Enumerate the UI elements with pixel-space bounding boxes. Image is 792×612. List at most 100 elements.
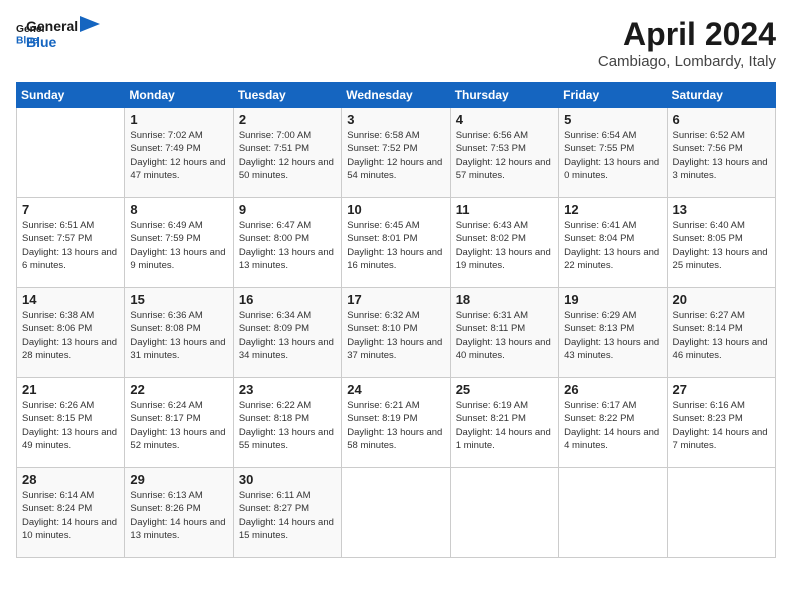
day-detail: Sunrise: 6:54 AM Sunset: 7:55 PM Dayligh… (564, 129, 661, 182)
day-detail: Sunrise: 7:00 AM Sunset: 7:51 PM Dayligh… (239, 129, 336, 182)
calendar-body: 1Sunrise: 7:02 AM Sunset: 7:49 PM Daylig… (17, 108, 776, 558)
day-detail: Sunrise: 6:16 AM Sunset: 8:23 PM Dayligh… (673, 399, 770, 452)
col-header-monday: Monday (125, 83, 233, 108)
calendar-cell: 9 Sunrise: 6:47 AM Sunset: 8:00 PM Daylig… (233, 198, 341, 288)
day-number: 24 (347, 382, 444, 397)
col-header-friday: Friday (559, 83, 667, 108)
calendar-cell: 24 Sunrise: 6:21 AM Sunset: 8:19 PM Dayli… (342, 378, 450, 468)
day-number: 25 (456, 382, 553, 397)
calendar-cell: 16 Sunrise: 6:34 AM Sunset: 8:09 PM Dayli… (233, 288, 341, 378)
calendar-cell: 3Sunrise: 6:58 AM Sunset: 7:52 PM Daylig… (342, 108, 450, 198)
day-number: 27 (673, 382, 770, 397)
day-number: 2 (239, 112, 336, 127)
calendar-week-row: 7 Sunrise: 6:51 AM Sunset: 7:57 PM Daylig… (17, 198, 776, 288)
page-header: General Blue General Blue April 2024 Cam… (16, 16, 776, 70)
day-number: 29 (130, 472, 227, 487)
day-detail: Sunrise: 6:21 AM Sunset: 8:19 PM Dayligh… (347, 399, 444, 452)
day-number: 13 (673, 202, 770, 217)
day-number: 12 (564, 202, 661, 217)
calendar-table: SundayMondayTuesdayWednesdayThursdayFrid… (16, 82, 776, 558)
calendar-cell (667, 468, 775, 558)
day-number: 22 (130, 382, 227, 397)
logo-flag-icon (80, 16, 100, 42)
calendar-week-row: 28Sunrise: 6:14 AM Sunset: 8:24 PM Dayli… (17, 468, 776, 558)
calendar-week-row: 21 Sunrise: 6:26 AM Sunset: 8:15 PM Dayli… (17, 378, 776, 468)
calendar-cell: 10 Sunrise: 6:45 AM Sunset: 8:01 PM Dayli… (342, 198, 450, 288)
calendar-cell: 14 Sunrise: 6:38 AM Sunset: 8:06 PM Dayli… (17, 288, 125, 378)
day-number: 21 (22, 382, 119, 397)
calendar-cell: 19Sunrise: 6:29 AM Sunset: 8:13 PM Dayli… (559, 288, 667, 378)
calendar-cell: 7 Sunrise: 6:51 AM Sunset: 7:57 PM Daylig… (17, 198, 125, 288)
day-detail: Sunrise: 6:38 AM Sunset: 8:06 PM Dayligh… (22, 309, 119, 362)
day-number: 14 (22, 292, 119, 307)
day-detail: Sunrise: 6:49 AM Sunset: 7:59 PM Dayligh… (130, 219, 227, 272)
calendar-cell: 20 Sunrise: 6:27 AM Sunset: 8:14 PM Dayli… (667, 288, 775, 378)
day-detail: Sunrise: 6:51 AM Sunset: 7:57 PM Dayligh… (22, 219, 119, 272)
calendar-cell: 21 Sunrise: 6:26 AM Sunset: 8:15 PM Dayli… (17, 378, 125, 468)
calendar-cell: 5 Sunrise: 6:54 AM Sunset: 7:55 PM Daylig… (559, 108, 667, 198)
calendar-cell: 27 Sunrise: 6:16 AM Sunset: 8:23 PM Dayli… (667, 378, 775, 468)
calendar-cell: 8 Sunrise: 6:49 AM Sunset: 7:59 PM Daylig… (125, 198, 233, 288)
day-number: 11 (456, 202, 553, 217)
day-number: 10 (347, 202, 444, 217)
day-detail: Sunrise: 6:47 AM Sunset: 8:00 PM Dayligh… (239, 219, 336, 272)
day-number: 30 (239, 472, 336, 487)
day-detail: Sunrise: 6:31 AM Sunset: 8:11 PM Dayligh… (456, 309, 553, 362)
day-detail: Sunrise: 6:11 AM Sunset: 8:27 PM Dayligh… (239, 489, 336, 542)
day-number: 20 (673, 292, 770, 307)
calendar-cell: 26Sunrise: 6:17 AM Sunset: 8:22 PM Dayli… (559, 378, 667, 468)
calendar-cell: 11Sunrise: 6:43 AM Sunset: 8:02 PM Dayli… (450, 198, 558, 288)
day-detail: Sunrise: 6:13 AM Sunset: 8:26 PM Dayligh… (130, 489, 227, 542)
day-number: 28 (22, 472, 119, 487)
day-number: 6 (673, 112, 770, 127)
calendar-header-row: SundayMondayTuesdayWednesdayThursdayFrid… (17, 83, 776, 108)
location-subtitle: Cambiago, Lombardy, Italy (598, 53, 776, 70)
col-header-sunday: Sunday (17, 83, 125, 108)
col-header-tuesday: Tuesday (233, 83, 341, 108)
day-number: 4 (456, 112, 553, 127)
day-detail: Sunrise: 6:22 AM Sunset: 8:18 PM Dayligh… (239, 399, 336, 452)
calendar-cell: 2 Sunrise: 7:00 AM Sunset: 7:51 PM Daylig… (233, 108, 341, 198)
calendar-week-row: 1Sunrise: 7:02 AM Sunset: 7:49 PM Daylig… (17, 108, 776, 198)
day-number: 1 (130, 112, 227, 127)
calendar-cell: 25Sunrise: 6:19 AM Sunset: 8:21 PM Dayli… (450, 378, 558, 468)
day-number: 23 (239, 382, 336, 397)
day-detail: Sunrise: 6:45 AM Sunset: 8:01 PM Dayligh… (347, 219, 444, 272)
calendar-cell: 13 Sunrise: 6:40 AM Sunset: 8:05 PM Dayli… (667, 198, 775, 288)
calendar-cell: 12 Sunrise: 6:41 AM Sunset: 8:04 PM Dayli… (559, 198, 667, 288)
calendar-cell: 1Sunrise: 7:02 AM Sunset: 7:49 PM Daylig… (125, 108, 233, 198)
day-number: 9 (239, 202, 336, 217)
col-header-wednesday: Wednesday (342, 83, 450, 108)
day-number: 19 (564, 292, 661, 307)
title-block: April 2024 Cambiago, Lombardy, Italy (598, 16, 776, 70)
logo-general: General (26, 18, 78, 34)
day-number: 16 (239, 292, 336, 307)
logo-blue: Blue (26, 34, 78, 50)
day-detail: Sunrise: 6:40 AM Sunset: 8:05 PM Dayligh… (673, 219, 770, 272)
calendar-cell: 29 Sunrise: 6:13 AM Sunset: 8:26 PM Dayli… (125, 468, 233, 558)
calendar-cell (559, 468, 667, 558)
day-detail: Sunrise: 6:24 AM Sunset: 8:17 PM Dayligh… (130, 399, 227, 452)
calendar-cell: 4Sunrise: 6:56 AM Sunset: 7:53 PM Daylig… (450, 108, 558, 198)
day-number: 17 (347, 292, 444, 307)
month-year-title: April 2024 (598, 16, 776, 53)
logo: General Blue General Blue (16, 16, 100, 50)
calendar-cell (450, 468, 558, 558)
day-number: 5 (564, 112, 661, 127)
calendar-cell (342, 468, 450, 558)
calendar-cell: 6 Sunrise: 6:52 AM Sunset: 7:56 PM Daylig… (667, 108, 775, 198)
day-detail: Sunrise: 6:41 AM Sunset: 8:04 PM Dayligh… (564, 219, 661, 272)
day-detail: Sunrise: 6:26 AM Sunset: 8:15 PM Dayligh… (22, 399, 119, 452)
calendar-cell: 30 Sunrise: 6:11 AM Sunset: 8:27 PM Dayli… (233, 468, 341, 558)
day-number: 7 (22, 202, 119, 217)
day-detail: Sunrise: 6:52 AM Sunset: 7:56 PM Dayligh… (673, 129, 770, 182)
day-number: 15 (130, 292, 227, 307)
day-number: 8 (130, 202, 227, 217)
calendar-cell: 15 Sunrise: 6:36 AM Sunset: 8:08 PM Dayli… (125, 288, 233, 378)
day-detail: Sunrise: 6:36 AM Sunset: 8:08 PM Dayligh… (130, 309, 227, 362)
calendar-cell: 23 Sunrise: 6:22 AM Sunset: 8:18 PM Dayli… (233, 378, 341, 468)
day-detail: Sunrise: 6:27 AM Sunset: 8:14 PM Dayligh… (673, 309, 770, 362)
day-number: 3 (347, 112, 444, 127)
day-detail: Sunrise: 6:34 AM Sunset: 8:09 PM Dayligh… (239, 309, 336, 362)
col-header-saturday: Saturday (667, 83, 775, 108)
